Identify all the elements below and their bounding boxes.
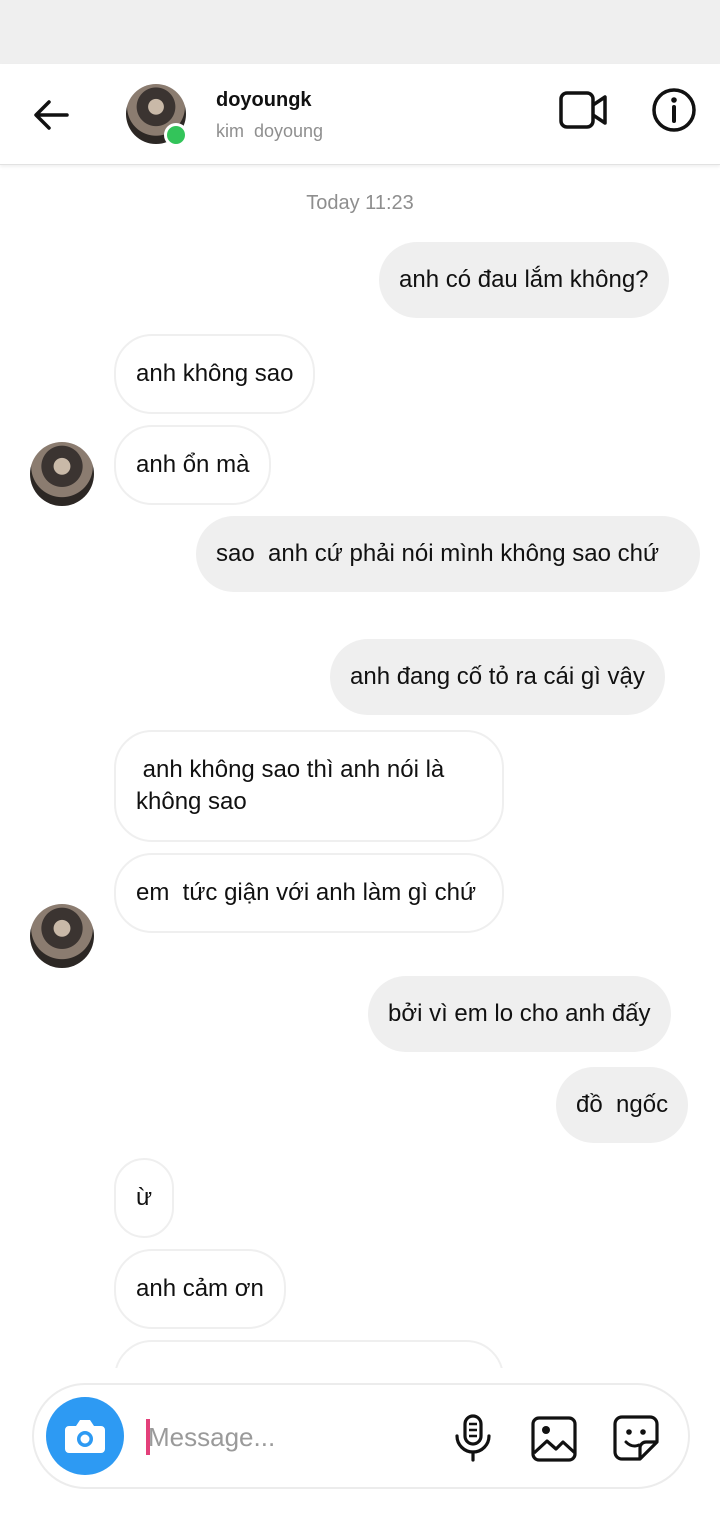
message-thread[interactable]: Today 11:23 anh có đau lắm không? anh kh…: [0, 166, 720, 1368]
chat-username[interactable]: doyoungk: [216, 89, 312, 112]
incoming-message[interactable]: anh cảm ơn: [114, 1249, 286, 1329]
online-status-dot: [164, 123, 188, 147]
voice-message-button[interactable]: [450, 1413, 496, 1463]
back-button[interactable]: [28, 92, 74, 138]
status-bar: [0, 0, 720, 64]
profile-avatar-button[interactable]: [126, 84, 188, 147]
outgoing-message[interactable]: sao anh cứ phải nói mình không sao chứ: [196, 516, 700, 592]
incoming-message[interactable]: ừ: [114, 1158, 175, 1238]
chat-fullname: kim doyoung: [216, 121, 324, 141]
video-call-button[interactable]: [558, 88, 610, 132]
sticker-button[interactable]: [612, 1414, 660, 1462]
incoming-message[interactable]: anh ổn mà: [114, 425, 272, 505]
chat-header: doyoungk kim doyoung: [0, 64, 720, 165]
image-icon: [531, 1416, 577, 1462]
incoming-message[interactable]: anh không sao thì anh nói là không sao: [114, 730, 504, 842]
microphone-icon: [455, 1414, 491, 1462]
outgoing-message[interactable]: anh đang cố tỏ ra cái gì vậy: [330, 639, 665, 715]
outgoing-message[interactable]: anh có đau lắm không?: [379, 242, 669, 318]
arrow-left-icon: [34, 100, 69, 130]
outgoing-message[interactable]: bởi vì em lo cho anh đấy: [368, 976, 671, 1052]
incoming-message-partial[interactable]: [114, 1340, 504, 1368]
camera-button[interactable]: [46, 1397, 124, 1475]
gallery-button[interactable]: [530, 1415, 578, 1463]
message-composer: [32, 1383, 690, 1489]
info-button[interactable]: [650, 86, 698, 134]
camera-icon: [65, 1420, 105, 1453]
incoming-message[interactable]: em tức giận với anh làm gì chứ: [114, 853, 504, 933]
sender-avatar: [30, 442, 94, 506]
message-timestamp: Today 11:23: [306, 192, 414, 214]
outgoing-message[interactable]: đồ ngốc: [556, 1067, 689, 1143]
info-icon: [652, 88, 696, 132]
sender-avatar: [30, 904, 94, 968]
sticker-icon: [613, 1415, 659, 1461]
video-camera-icon: [559, 91, 607, 129]
incoming-message[interactable]: anh không sao: [114, 334, 316, 414]
message-input[interactable]: [148, 1413, 428, 1461]
